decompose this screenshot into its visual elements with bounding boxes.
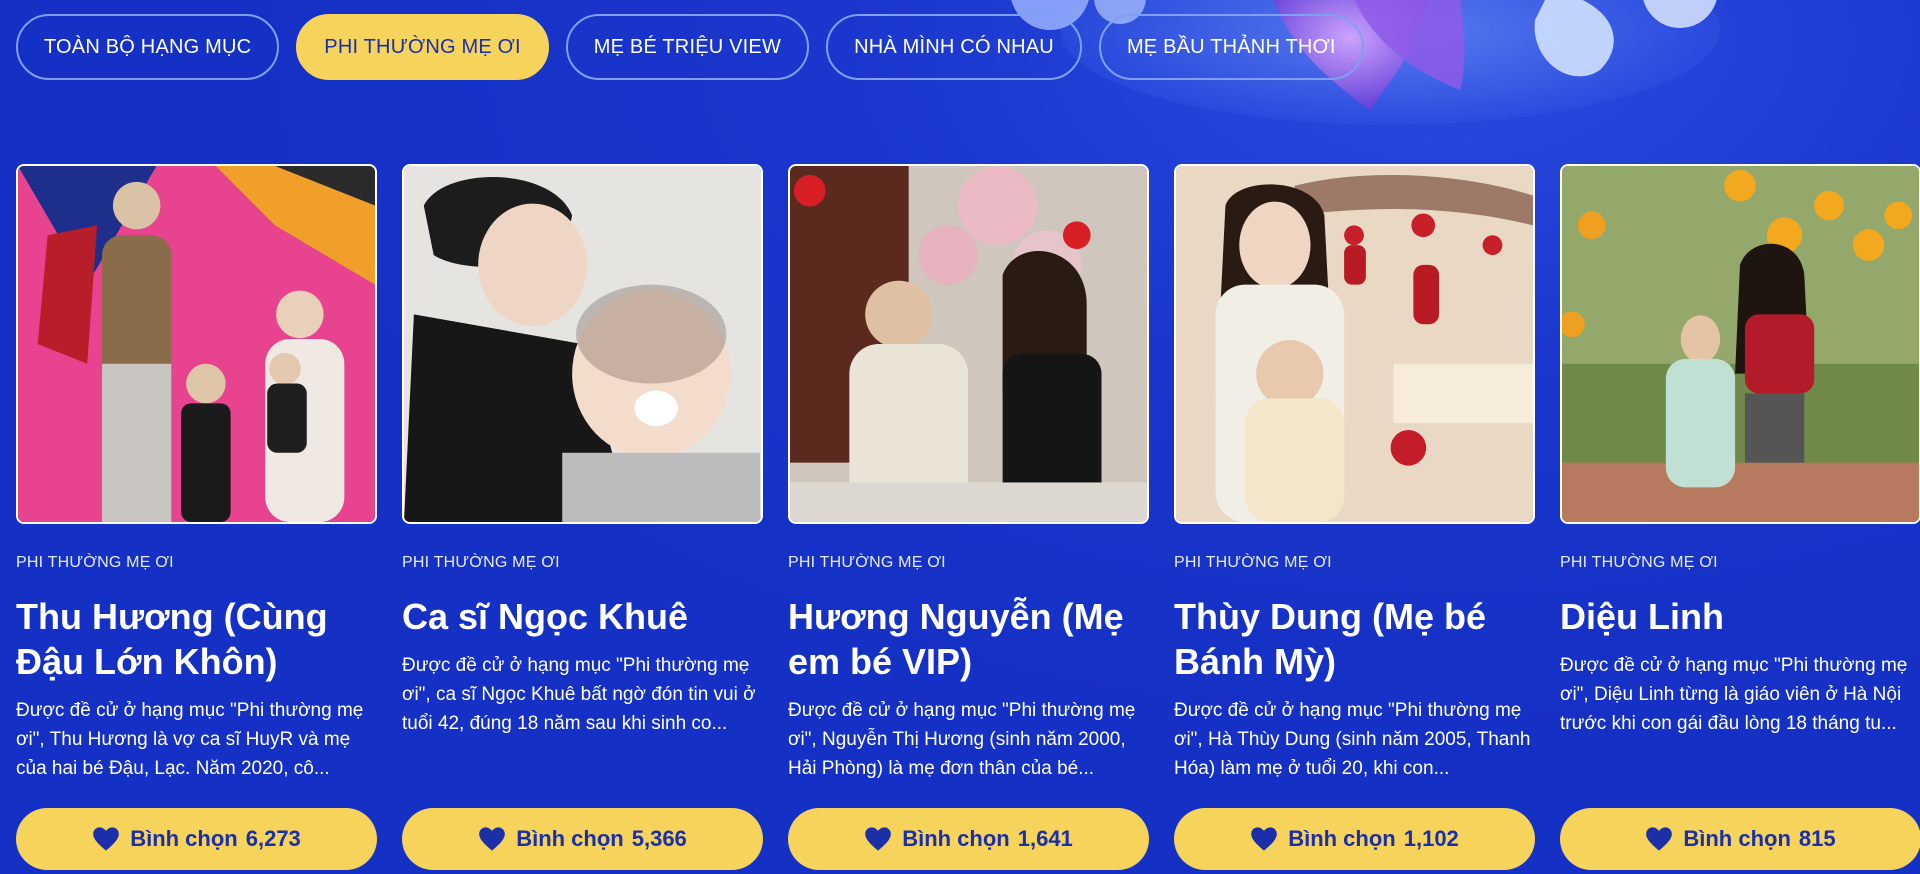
tab-nha-minh-co-nhau[interactable]: NHÀ MÌNH CÓ NHAU [826, 14, 1082, 80]
nominee-photo[interactable] [1560, 164, 1920, 524]
nominee-description: Được đề cử ở hạng mục "Phi thường mẹ ơi"… [1174, 700, 1531, 779]
nominee-card: PHI THƯỜNG MẸ ƠI Hương Nguyễn (Mẹ em bé … [788, 164, 1149, 870]
nominee-description: Được đề cử ở hạng mục "Phi thường mẹ ơi"… [1560, 655, 1908, 734]
nominee-card: PHI THƯỜNG MẸ ƠI Diệu Linh Được đề cử ở … [1560, 164, 1920, 870]
nominee-name[interactable]: Diệu Linh [1560, 594, 1920, 639]
nominee-category: PHI THƯỜNG MẸ ƠI [402, 554, 560, 571]
vote-label: Bình chọn [902, 826, 1010, 851]
nominee-name[interactable]: Thùy Dung (Mẹ bé Bánh Mỳ) [1174, 594, 1535, 684]
vote-count: 815 [1798, 826, 1836, 851]
vote-label: Bình chọn [130, 826, 238, 851]
heart-icon [1251, 827, 1278, 851]
nominee-photo[interactable] [16, 164, 377, 524]
vote-label: Bình chọn [516, 826, 624, 851]
nominee-description: Được đề cử ở hạng mục "Phi thường mẹ ơi"… [402, 655, 756, 734]
vote-label: Bình chọn [1683, 826, 1791, 851]
nominee-card: PHI THƯỜNG MẸ ƠI Thu Hương (Cùng Đậu Lớn… [16, 164, 377, 870]
tab-phi-thuong-me-oi[interactable]: PHI THƯỜNG MẸ ƠI [296, 14, 549, 80]
page: TOÀN BỘ HẠNG MỤC PHI THƯỜNG MẸ ƠI MẸ BÉ … [0, 0, 1920, 874]
nominee-card: PHI THƯỜNG MẸ ƠI Thùy Dung (Mẹ bé Bánh M… [1174, 164, 1535, 870]
vote-button[interactable]: Bình chọn 5,366 [402, 808, 763, 870]
vote-count: 1,102 [1403, 826, 1459, 851]
vote-button[interactable]: Bình chọn 1,102 [1174, 808, 1535, 870]
vote-count: 6,273 [245, 826, 301, 851]
nominee-photo[interactable] [402, 164, 763, 524]
nominee-name[interactable]: Thu Hương (Cùng Đậu Lớn Khôn) [16, 594, 377, 684]
nominee-description: Được đề cử ở hạng mục "Phi thường mẹ ơi"… [16, 700, 364, 779]
heart-icon [479, 827, 506, 851]
vote-button[interactable]: Bình chọn 1,641 [788, 808, 1149, 870]
tab-me-bau-thanh-thoi[interactable]: MẸ BẦU THẢNH THƠI [1098, 14, 1364, 80]
category-tabs: TOÀN BỘ HẠNG MỤC PHI THƯỜNG MẸ ƠI MẸ BÉ … [16, 14, 1364, 80]
vote-count: 1,641 [1017, 826, 1073, 851]
heart-icon [865, 827, 892, 851]
heart-icon [93, 827, 120, 851]
heart-icon [1646, 827, 1673, 851]
nominee-description: Được đề cử ở hạng mục "Phi thường mẹ ơi"… [788, 700, 1136, 779]
nominee-category: PHI THƯỜNG MẸ ƠI [16, 554, 174, 571]
nominee-card: PHI THƯỜNG MẸ ƠI Ca sĩ Ngọc Khuê Được đề… [402, 164, 763, 870]
nominee-photo[interactable] [1174, 164, 1535, 524]
vote-count: 5,366 [631, 826, 687, 851]
nominee-photo[interactable] [788, 164, 1149, 524]
vote-label: Bình chọn [1288, 826, 1396, 851]
nominee-card-list: PHI THƯỜNG MẸ ƠI Thu Hương (Cùng Đậu Lớn… [16, 164, 1920, 870]
nominee-category: PHI THƯỜNG MẸ ƠI [1174, 554, 1332, 571]
nominee-name[interactable]: Ca sĩ Ngọc Khuê [402, 594, 763, 639]
tab-me-be-trieu-view[interactable]: MẸ BÉ TRIỆU VIEW [565, 14, 810, 80]
nominee-name[interactable]: Hương Nguyễn (Mẹ em bé VIP) [788, 594, 1149, 684]
tab-all-categories[interactable]: TOÀN BỘ HẠNG MỤC [16, 14, 280, 80]
nominee-category: PHI THƯỜNG MẸ ƠI [788, 554, 946, 571]
vote-button[interactable]: Bình chọn 815 [1560, 808, 1920, 870]
nominee-category: PHI THƯỜNG MẸ ƠI [1560, 554, 1718, 571]
vote-button[interactable]: Bình chọn 6,273 [16, 808, 377, 870]
